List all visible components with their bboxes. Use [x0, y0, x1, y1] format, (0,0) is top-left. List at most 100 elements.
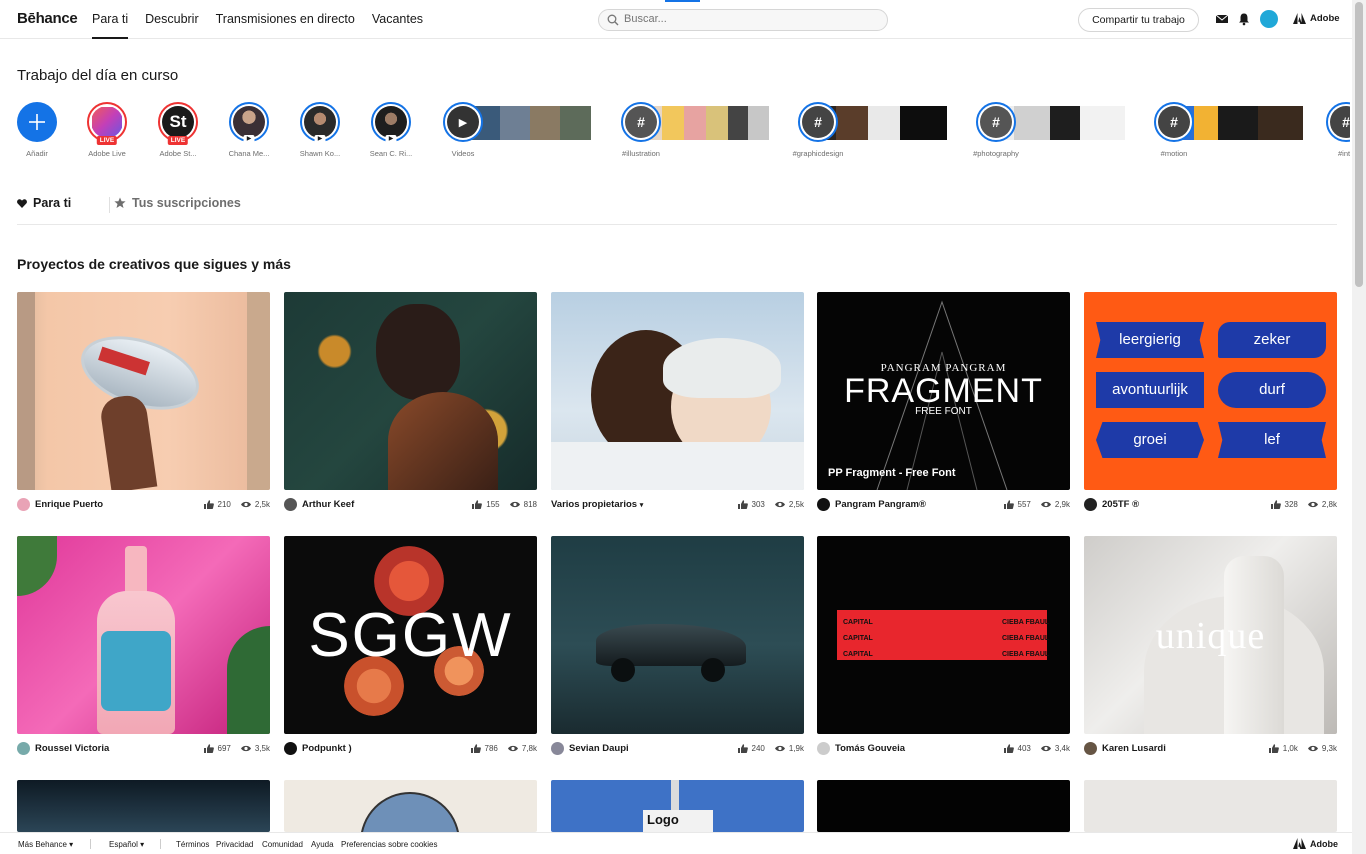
story-shawn[interactable]: ▶ Shawn Ko...	[294, 102, 346, 158]
owner-name[interactable]: Enrique Puerto	[35, 499, 103, 510]
adobe-link[interactable]: Adobe	[1293, 13, 1340, 24]
footer-link-cookies[interactable]: Preferencias sobre cookies	[341, 840, 438, 849]
play-icon: ▶	[447, 106, 479, 138]
project-cover[interactable]: Logo	[551, 780, 804, 832]
project-card[interactable]: CAPITAL CAPITAL CAPITAL CIEBA FBAUL CIEBA F…	[817, 536, 1070, 755]
project-cover[interactable]: leergierig zeker avontuurlijk durf groei…	[1084, 292, 1337, 490]
behance-logo[interactable]: Bēhance	[17, 10, 78, 27]
owner-name[interactable]: Podpunkt )	[302, 743, 352, 754]
eye-icon	[1307, 501, 1318, 508]
story-chana[interactable]: ▶ Chana Me...	[223, 102, 275, 158]
owner-name[interactable]: Karen Lusardi	[1102, 743, 1166, 754]
project-cover[interactable]: SGGW	[284, 536, 537, 734]
owner-name[interactable]: 205TF ®	[1102, 499, 1139, 510]
project-card[interactable]: PANGRAM PANGRAM FRAGMENT FREE FONT PP Fr…	[817, 292, 1070, 511]
footer-link-ayuda[interactable]: Ayuda	[311, 840, 334, 849]
project-cover[interactable]	[551, 292, 804, 490]
story-videos[interactable]: ▶ Videos	[437, 102, 489, 158]
story-motion[interactable]: # #motion	[1148, 102, 1200, 158]
thumbs-up-icon	[1268, 744, 1279, 753]
mail-icon[interactable]	[1215, 12, 1229, 26]
nav-transmisiones[interactable]: Transmisiones en directo	[216, 0, 355, 39]
tab-suscripciones[interactable]: Tus suscripciones	[114, 196, 241, 210]
search-box[interactable]	[598, 9, 888, 31]
projects-title: Proyectos de creativos que sigues y más	[17, 256, 291, 272]
story-adobe-stock[interactable]: St LIVE Adobe St...	[152, 102, 204, 158]
project-cover[interactable]	[817, 780, 1070, 832]
project-card[interactable]: Roussel Victoria 697 3,5k	[17, 536, 270, 755]
story-ring: #	[1154, 102, 1194, 142]
project-card[interactable]	[1084, 780, 1337, 832]
user-avatar[interactable]	[1260, 10, 1278, 28]
heart-icon	[17, 198, 27, 208]
star-icon	[114, 197, 126, 208]
owner-name[interactable]: Varios propietarios ▾	[551, 499, 643, 510]
search-input[interactable]	[624, 13, 874, 25]
project-cover[interactable]: unique	[1084, 536, 1337, 734]
owner-avatar[interactable]	[284, 498, 297, 511]
project-card[interactable]: Sevian Daupi 240 1,9k	[551, 536, 804, 755]
project-cover[interactable]	[551, 536, 804, 734]
project-card[interactable]: Varios propietarios ▾ 303 2,5k	[551, 292, 804, 510]
story-graphicdesign[interactable]: # #graphicdesign	[792, 102, 844, 158]
owner-name[interactable]: Pangram Pangram®	[835, 499, 926, 510]
add-circle	[17, 102, 57, 142]
like-count: 557	[1017, 500, 1031, 509]
footer-link-terminos[interactable]: Términos	[176, 840, 209, 849]
project-cover[interactable]	[1084, 780, 1337, 832]
footer-adobe[interactable]: Adobe	[1293, 838, 1338, 849]
nav-descubrir[interactable]: Descubrir	[145, 0, 199, 39]
scrollbar-thumb[interactable]	[1355, 2, 1363, 287]
project-card[interactable]	[817, 780, 1070, 832]
owner-avatar[interactable]	[1084, 742, 1097, 755]
story-add[interactable]: Añadir	[11, 102, 63, 158]
nav-para-ti[interactable]: Para ti	[92, 0, 129, 39]
project-stats: 403 3,4k	[1003, 744, 1070, 753]
footer-more-behance[interactable]: Más Behance ▾	[18, 840, 73, 849]
owner-avatar[interactable]	[17, 742, 30, 755]
project-card[interactable]	[284, 780, 537, 832]
project-cover[interactable]	[17, 780, 270, 832]
tab-para-ti[interactable]: Para ti	[17, 196, 71, 210]
share-work-button[interactable]: Compartir tu trabajo	[1078, 8, 1199, 32]
project-card[interactable]: Arthur Keef 155 818	[284, 292, 537, 511]
bell-icon[interactable]	[1237, 12, 1251, 26]
live-badge: LIVE	[167, 136, 189, 145]
project-cover[interactable]: PANGRAM PANGRAM FRAGMENT FREE FONT PP Fr…	[817, 292, 1070, 490]
footer-link-privacidad[interactable]: Privacidad	[216, 840, 253, 849]
project-cover[interactable]	[284, 780, 537, 832]
story-sean[interactable]: ▶ Sean C. Ri...	[365, 102, 417, 158]
page-scrollbar[interactable]	[1352, 0, 1366, 854]
footer-link-comunidad[interactable]: Comunidad	[262, 840, 303, 849]
footer-language[interactable]: Español ▾	[109, 840, 144, 849]
owner-avatar[interactable]	[817, 742, 830, 755]
story-adobe-live[interactable]: LIVE Adobe Live	[81, 102, 133, 158]
owner-name[interactable]: Arthur Keef	[302, 499, 354, 510]
project-card[interactable]: unique Karen Lusardi 1,0k 9,3k	[1084, 536, 1337, 755]
word-tag: durf	[1218, 372, 1326, 408]
project-cover[interactable]: CAPITAL CAPITAL CAPITAL CIEBA FBAUL CIEBA F…	[817, 536, 1070, 734]
owner-avatar[interactable]	[284, 742, 297, 755]
project-card[interactable]: SGGW Podpunkt ) 786 7,8k	[284, 536, 537, 755]
owner-name[interactable]: Sevian Daupi	[569, 743, 629, 754]
owner-name[interactable]: Roussel Victoria	[35, 743, 109, 754]
project-card[interactable]: leergierig zeker avontuurlijk durf groei…	[1084, 292, 1337, 511]
owner-avatar[interactable]	[817, 498, 830, 511]
project-cover[interactable]	[284, 292, 537, 490]
story-interaction[interactable]: # #inte	[1326, 102, 1350, 158]
project-cover[interactable]	[17, 292, 270, 490]
owner-name[interactable]: Tomás Gouveia	[835, 743, 905, 754]
owner-avatar[interactable]	[17, 498, 30, 511]
project-card[interactable]: Enrique Puerto 210 2,5k	[17, 292, 270, 511]
search-icon	[607, 14, 619, 26]
owner-avatar[interactable]	[551, 742, 564, 755]
story-photography[interactable]: # #photography	[970, 102, 1022, 158]
adobe-stock-icon: St	[162, 106, 194, 138]
nav-vacantes[interactable]: Vacantes	[372, 0, 423, 39]
project-card[interactable]: Logo	[551, 780, 804, 832]
project-card[interactable]	[17, 780, 270, 832]
owner-avatar[interactable]	[1084, 498, 1097, 511]
project-cover[interactable]	[17, 536, 270, 734]
like-count: 697	[217, 744, 231, 753]
story-illustration[interactable]: # #illustration	[615, 102, 667, 158]
